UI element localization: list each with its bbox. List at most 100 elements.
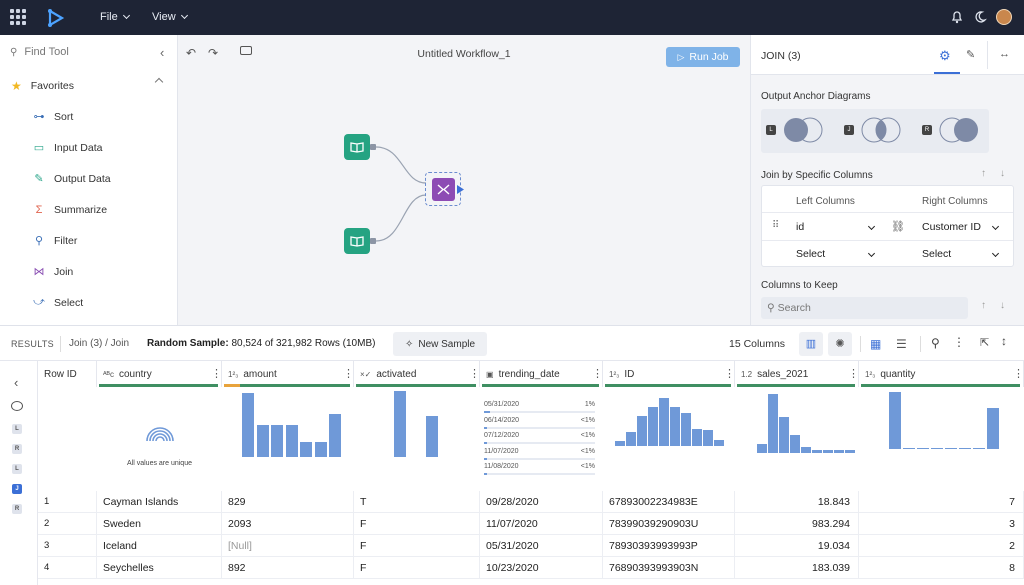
histogram-bar[interactable] <box>271 425 283 457</box>
more-vertical-icon[interactable] <box>211 367 222 380</box>
expand-arrows-icon[interactable]: ↔ <box>999 48 1010 60</box>
table-cell[interactable]: 11/07/2020 <box>480 513 603 535</box>
date-frequency-row[interactable]: 11/08/2020 <1% <box>484 463 595 479</box>
histogram-bar[interactable] <box>987 408 999 449</box>
input-data-node-2[interactable] <box>344 228 370 254</box>
table-cell[interactable]: 67893002234983E <box>603 491 735 513</box>
table-cell[interactable]: 78930393993993P <box>603 535 735 557</box>
histogram-bar[interactable] <box>714 440 724 446</box>
workflow-canvas[interactable]: ↶ ↷ Untitled Workflow_1 ▷ Run Job <box>178 35 750 325</box>
table-cell[interactable]: Seychelles <box>97 557 222 579</box>
histogram-sales_2021[interactable] <box>757 391 867 453</box>
table-cell[interactable]: 8 <box>859 557 1024 579</box>
join-node-selection[interactable] <box>425 172 464 206</box>
histogram-bar[interactable] <box>903 448 915 449</box>
columns-search-input[interactable]: ⚲ Search <box>761 297 968 319</box>
table-cell[interactable]: 10/23/2020 <box>480 557 603 579</box>
annotation-icon[interactable]: ✎ <box>966 48 975 61</box>
more-vertical-icon[interactable] <box>469 367 480 380</box>
favorites-section[interactable]: ★ Favorites <box>0 75 178 97</box>
histogram-bar[interactable] <box>329 414 341 457</box>
table-cell[interactable]: F <box>354 557 480 579</box>
menu-file[interactable]: File <box>100 11 130 23</box>
histogram-bar[interactable] <box>973 448 985 449</box>
date-frequency-row[interactable]: 05/31/2020 1% <box>484 401 595 417</box>
histogram-bar[interactable] <box>931 448 943 449</box>
histogram-bar[interactable] <box>314 442 327 457</box>
results-breadcrumb[interactable]: Join (3) / Join <box>69 338 129 349</box>
rail-anchor-chip[interactable]: J <box>12 484 22 494</box>
input-data-node-1[interactable] <box>344 134 370 160</box>
rail-anchor-chip[interactable]: R <box>12 504 22 514</box>
table-cell[interactable]: 7 <box>859 491 1024 513</box>
external-link-icon[interactable]: ⇱ <box>980 336 989 349</box>
rail-anchor-chip[interactable]: L <box>12 424 22 434</box>
histogram-bar[interactable] <box>768 394 778 453</box>
histogram-bar[interactable] <box>692 429 702 446</box>
histogram-bar[interactable] <box>626 432 636 446</box>
right-column-select-1[interactable]: Customer ID <box>922 221 1000 233</box>
gear-icon[interactable]: ⚙ <box>939 48 951 64</box>
table-cell[interactable]: Sweden <box>97 513 222 535</box>
search-icon[interactable]: ⚲ <box>931 336 940 350</box>
histogram-bar[interactable] <box>834 450 844 453</box>
histogram-amount[interactable] <box>242 391 362 457</box>
rail-anchor-chip[interactable]: R <box>12 444 22 454</box>
more-vertical-icon[interactable] <box>848 367 859 380</box>
table-cell[interactable]: 829 <box>222 491 354 513</box>
histogram-bar[interactable] <box>394 391 406 457</box>
more-vertical-icon[interactable] <box>343 367 354 380</box>
arrow-up-icon[interactable]: ↑ <box>981 168 986 179</box>
histogram-bar[interactable] <box>757 444 767 453</box>
chart-toggle-icon[interactable]: ▥ <box>799 332 823 356</box>
tool-item-output-data[interactable]: ✎ Output Data <box>0 163 178 194</box>
table-cell[interactable]: Iceland <box>97 535 222 557</box>
histogram-bar[interactable] <box>637 416 647 446</box>
histogram-bar[interactable] <box>285 425 298 457</box>
bell-icon[interactable] <box>950 10 964 24</box>
histogram-bar[interactable] <box>703 430 713 446</box>
histogram-bar[interactable] <box>889 392 901 449</box>
drag-handle-icon[interactable]: ⠿ <box>772 220 779 231</box>
more-vertical-icon[interactable] <box>1013 367 1024 380</box>
table-cell[interactable]: 78399039290903U <box>603 513 735 535</box>
table-cell[interactable]: Cayman Islands <box>97 491 222 513</box>
table-row[interactable]: 1 Cayman Islands 829 T 09/28/2020 67893002234… <box>38 491 1024 513</box>
histogram-bar[interactable] <box>845 450 855 453</box>
histogram-bar[interactable] <box>681 413 691 446</box>
right-column-select-2[interactable]: Select <box>922 248 1000 260</box>
table-cell[interactable]: 183.039 <box>735 557 859 579</box>
date-frequency-row[interactable]: 07/12/2020 <1% <box>484 432 595 448</box>
grid-view-icon[interactable]: ▦ <box>870 337 881 351</box>
lightbulb-icon[interactable]: ✺ <box>828 332 852 356</box>
app-grid-icon[interactable] <box>10 9 26 25</box>
table-cell[interactable]: 76890393993903N <box>603 557 735 579</box>
date-frequency-row[interactable]: 06/14/2020 <1% <box>484 417 595 433</box>
date-frequency-row[interactable]: 11/07/2020 <1% <box>484 448 595 464</box>
comment-icon[interactable] <box>11 401 23 411</box>
histogram-bar[interactable] <box>426 416 438 457</box>
table-cell[interactable]: 18.843 <box>735 491 859 513</box>
row-id-cell[interactable]: 1 <box>38 491 97 513</box>
table-cell[interactable]: 2093 <box>222 513 354 535</box>
arrow-down-icon[interactable]: ↓ <box>1000 168 1005 179</box>
table-cell[interactable]: 19.034 <box>735 535 859 557</box>
table-cell[interactable]: 09/28/2020 <box>480 491 603 513</box>
more-vertical-icon[interactable] <box>592 367 603 380</box>
histogram-bar[interactable] <box>648 407 658 446</box>
output-anchor[interactable] <box>370 144 376 150</box>
tool-item-select[interactable]: ⤻ Select <box>0 287 178 318</box>
tool-item-input-data[interactable]: ▭ Input Data <box>0 132 178 163</box>
table-cell[interactable]: 05/31/2020 <box>480 535 603 557</box>
histogram-bar[interactable] <box>945 448 957 449</box>
histogram-bar[interactable] <box>670 407 680 446</box>
rail-anchor-chip[interactable]: L <box>12 464 22 474</box>
chevron-left-icon[interactable]: ‹ <box>14 375 18 390</box>
row-id-cell[interactable]: 3 <box>38 535 97 557</box>
arrow-up-icon[interactable]: ↑ <box>981 300 986 311</box>
tool-item-join[interactable]: ⋈ Join <box>0 256 178 287</box>
histogram-bar[interactable] <box>959 448 971 449</box>
table-row[interactable]: 4 Seychelles 892 F 10/23/2020 76890393993903N… <box>38 557 1024 579</box>
table-row[interactable]: 2 Sweden 2093 F 11/07/2020 78399039290903U 983… <box>38 513 1024 535</box>
arrow-down-icon[interactable]: ↓ <box>1000 300 1005 311</box>
